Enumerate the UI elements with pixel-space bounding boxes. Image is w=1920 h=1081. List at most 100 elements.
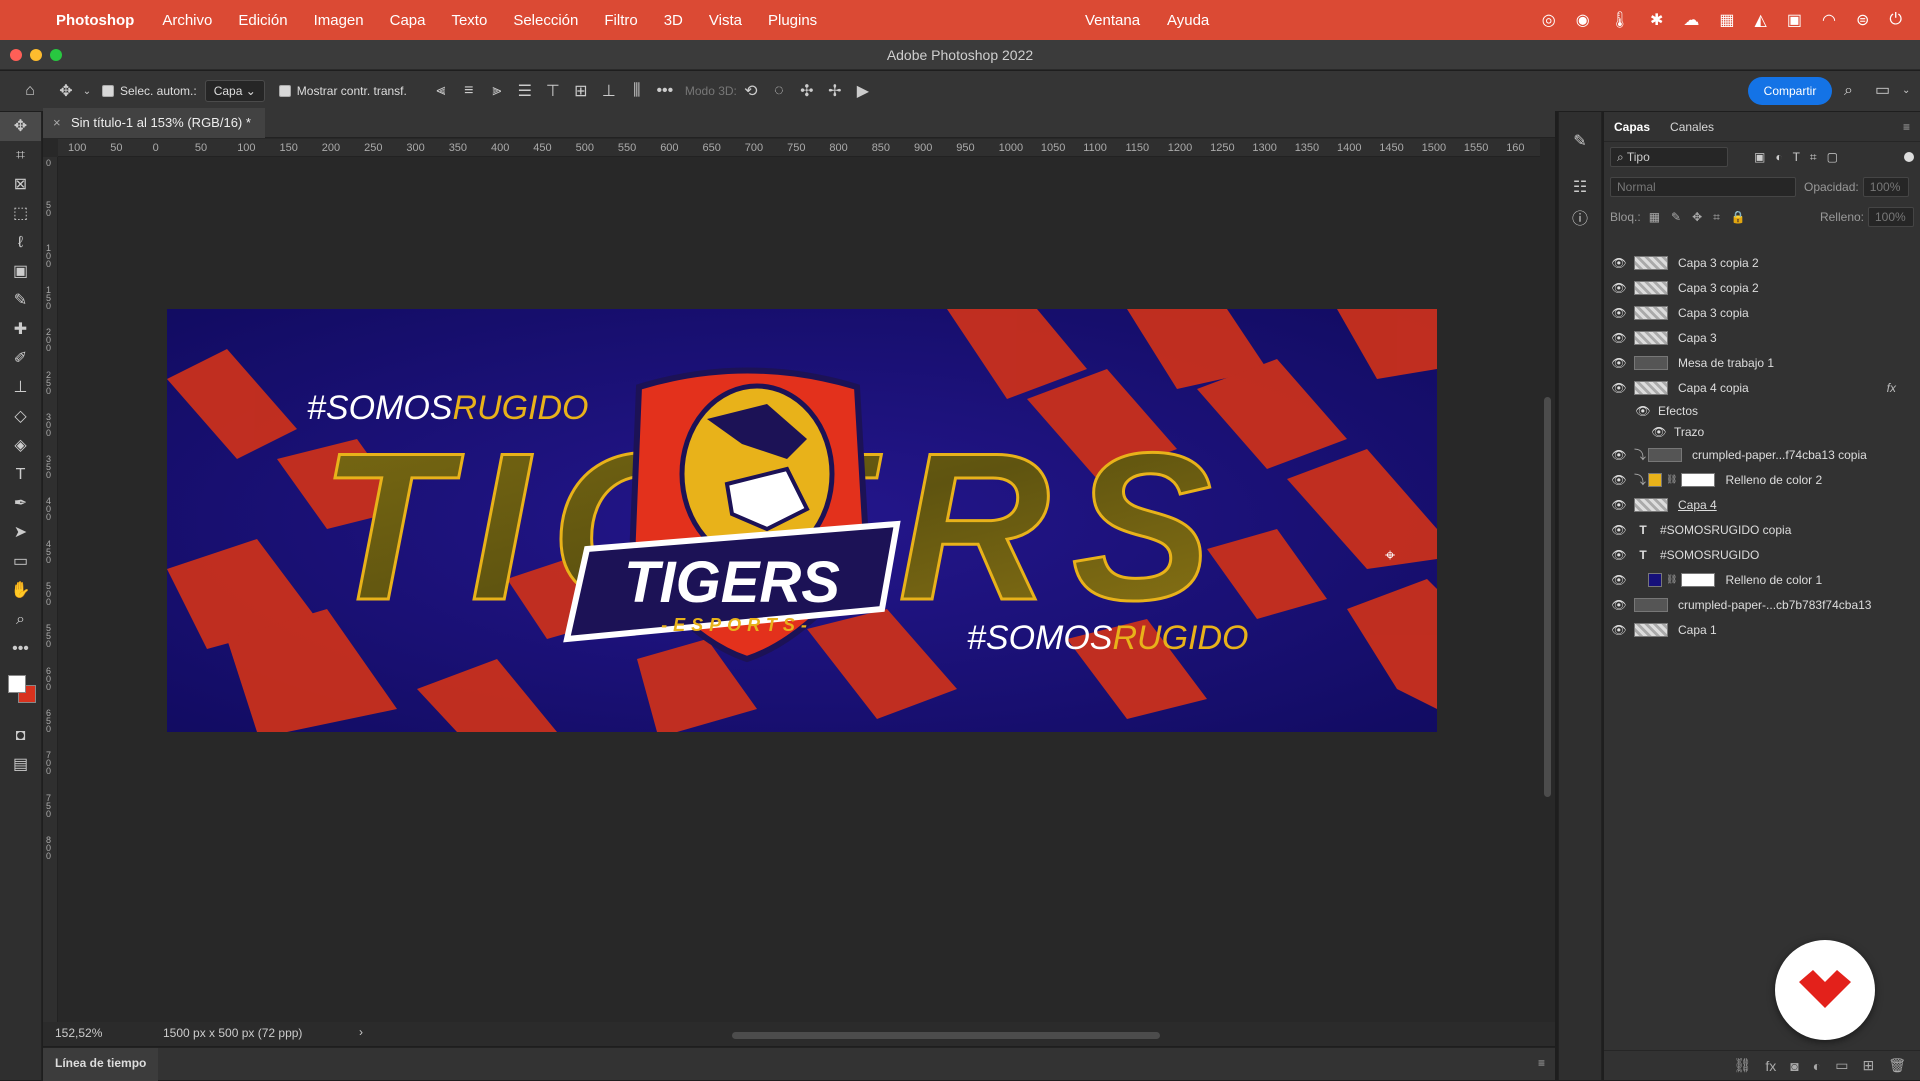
eye-icon[interactable]: 👁 [1604,381,1634,395]
paint-bucket-tool-icon[interactable]: ◈ [0,431,41,460]
align-center-icon[interactable]: ≡ [455,82,483,100]
layer-row[interactable]: 👁 ⤵ ⛓ Relleno de color 2 [1604,467,1920,492]
eye-icon[interactable]: 👁 [1604,331,1634,345]
fill-swatch[interactable] [1648,572,1662,587]
menu-ayuda[interactable]: Ayuda [1167,12,1209,29]
filter-icons[interactable]: ▣◐T⌗▢ [1754,150,1848,165]
blend-mode-dropdown[interactable]: Normal [1610,177,1796,197]
hand-tool-icon[interactable]: ✋ [0,576,41,605]
menu-3d[interactable]: 3D [664,12,683,29]
layer-row[interactable]: 👁 T #SOMOSRUGIDO [1604,542,1920,567]
layer-mask-thumb[interactable] [1681,572,1716,587]
layer-row[interactable]: 👁 Efectos [1604,400,1920,421]
wifi-icon[interactable]: ◠ [1822,10,1836,30]
adjustments-icon[interactable]: ☷ [1559,172,1601,204]
layer-row[interactable]: 👁 Capa 3 copia 2 [1604,250,1920,275]
new-layer-icon[interactable]: ⊞ [1862,1057,1874,1074]
link-icon[interactable]: ⛓ [1666,474,1677,485]
menu-app[interactable]: Photoshop [56,12,134,29]
menu-archivo[interactable]: Archivo [162,12,212,29]
roll-3d-icon[interactable]: ◌ [765,82,793,100]
adobe-icon[interactable]: ◭ [1755,10,1767,30]
filter-toggle[interactable] [1904,152,1914,162]
path-select-tool-icon[interactable]: ➤ [0,518,41,547]
workspace-chevron-icon[interactable]: ⌄ [1902,71,1910,111]
fill-field[interactable]: 100% [1868,207,1914,227]
orbit-3d-icon[interactable]: ⟲ [737,81,765,101]
eye-icon[interactable]: 👁 [1604,256,1634,270]
fx-badge[interactable]: fx [1887,381,1896,395]
auto-select-checkbox[interactable] [102,85,114,97]
keyboard-icon[interactable]: ▣ [1787,10,1802,30]
delete-layer-icon[interactable]: 🗑 [1888,1057,1906,1074]
link-icon[interactable]: ⛓ [1666,574,1677,585]
align-top-icon[interactable]: ⊤ [539,81,567,101]
layer-row[interactable]: 👁 Trazo [1604,421,1920,442]
layer-filter-dropdown[interactable]: ⌕ Tipo [1610,147,1728,167]
layer-row[interactable]: 👁 Capa 4 [1604,492,1920,517]
eraser-tool-icon[interactable]: ◇ [0,402,41,431]
minimize-window-button[interactable] [30,49,42,61]
pen-tool-icon[interactable]: ✒ [0,489,41,518]
tab-canales[interactable]: Canales [1660,120,1724,134]
layer-row[interactable]: 👁 Capa 3 copia 2 [1604,275,1920,300]
layer-row[interactable]: 👁 Capa 3 copia [1604,300,1920,325]
distribute-vertical-icon[interactable]: ⫼ [623,82,651,100]
zoom-window-button[interactable] [50,49,62,61]
marquee-tool-icon[interactable]: ⬚ [0,199,41,228]
quick-mask-icon[interactable]: ◘ [0,721,41,750]
eyedropper-tool-icon[interactable]: ✎ [0,286,41,315]
creative-cloud-icon[interactable]: ◎ [1542,10,1556,30]
distribute-icon[interactable]: ☰ [511,81,539,101]
eye-icon[interactable]: 👁 [1604,281,1634,295]
cloud-icon[interactable]: ☁ [1683,10,1699,30]
menu-ventana[interactable]: Ventana [1085,12,1140,29]
menu-plugins[interactable]: Plugins [768,12,817,29]
horizontal-scrollbar[interactable] [58,1030,1540,1040]
eye-icon[interactable]: 👁 [1604,548,1634,562]
stamp-tool-icon[interactable]: ⊥ [0,373,41,402]
eye-icon[interactable]: 👁 [1628,404,1658,418]
menu-imagen[interactable]: Imagen [314,12,364,29]
eye-icon[interactable]: 👁 [1604,473,1634,487]
more-options-icon[interactable]: ••• [651,82,679,100]
healing-tool-icon[interactable]: ✚ [0,315,41,344]
vertical-ruler[interactable]: 0 50 100 150 200 250 300 350 400 450 500 550 600 650 7… [43,157,58,1022]
close-window-button[interactable] [10,49,22,61]
layer-row[interactable]: 👁 crumpled-paper-...cb7b783f74cba13 [1604,592,1920,617]
menu-vista[interactable]: Vista [709,12,742,29]
screen-mode-icon[interactable]: ▤ [0,750,41,779]
eye-icon[interactable]: 👁 [1644,425,1674,439]
camera-3d-icon[interactable]: ▶ [849,81,877,101]
eye-icon[interactable]: 👁 [1604,306,1634,320]
mask-icon[interactable]: ◙ [1790,1058,1798,1074]
info-icon[interactable]: ⓘ [1559,204,1601,236]
slide-3d-icon[interactable]: ✢ [821,81,849,101]
lock-icons[interactable]: ▦✎✥⌗🔒 [1649,210,1757,225]
align-left-icon[interactable]: ⫷ [427,82,455,100]
align-right-icon[interactable]: ⫸ [483,82,511,100]
layer-row[interactable]: 👁 Capa 1 [1604,617,1920,642]
tab-capas[interactable]: Capas [1604,120,1660,134]
timeline-tab[interactable]: Línea de tiempo [43,1048,159,1081]
more-tools-icon[interactable]: ••• [0,634,41,663]
eye-icon[interactable]: 👁 [1604,498,1634,512]
horizontal-ruler[interactable]: 100 50 0 50 100 150 200 250 300 350 400 450 500 550 60… [58,139,1540,157]
brush-presets-icon[interactable]: ✎ [1559,126,1601,158]
lasso-tool-icon[interactable]: ℓ [0,228,41,257]
chevron-down-icon[interactable]: ⌄ [80,86,94,97]
adjustment-layer-icon[interactable]: ◐ [1813,1058,1821,1074]
zoom-tool-icon[interactable]: ⌕ [0,605,41,634]
show-transform-checkbox[interactable] [278,85,291,97]
rectangle-tool-icon[interactable]: ▭ [0,547,41,576]
power-icon[interactable]: ⏻ [1889,11,1902,29]
menu-texto[interactable]: Texto [451,12,487,29]
search-icon[interactable]: ⌕ [1844,71,1853,111]
bluetooth-icon[interactable]: ✱ [1650,10,1663,30]
layer-row[interactable]: 👁 Capa 3 [1604,325,1920,350]
eye-icon[interactable]: 👁 [1604,573,1634,587]
horizontal-scroll-thumb[interactable] [732,1032,1160,1039]
brush-tool-icon[interactable]: ✐ [0,344,41,373]
layer-mask-thumb[interactable] [1681,472,1716,487]
layer-row[interactable]: 👁 Mesa de trabajo 1 [1604,350,1920,375]
